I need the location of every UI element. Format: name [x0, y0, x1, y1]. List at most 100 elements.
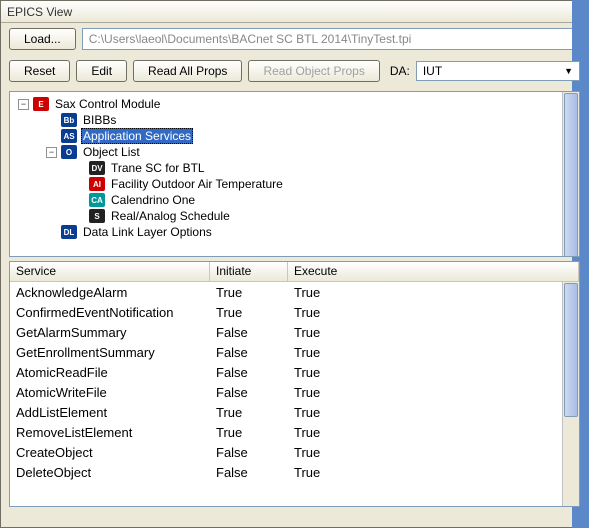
cell-service: GetAlarmSummary — [10, 324, 210, 341]
table-row[interactable]: RemoveListElementTrueTrue — [10, 422, 579, 442]
title-bar: EPICS View × — [1, 1, 588, 23]
tree-root[interactable]: − E Sax Control Module — [12, 96, 577, 112]
load-button[interactable]: Load... — [9, 28, 76, 50]
schedule-icon: S — [89, 209, 105, 223]
table-row[interactable]: AcknowledgeAlarmTrueTrue — [10, 282, 579, 302]
cell-execute: True — [288, 364, 579, 381]
path-input[interactable]: C:\Users\laeol\Documents\BACnet SC BTL 2… — [82, 28, 580, 50]
cell-service: AcknowledgeAlarm — [10, 284, 210, 301]
module-icon: E — [33, 97, 49, 111]
cell-execute: True — [288, 284, 579, 301]
spacer — [74, 195, 85, 206]
objlist-icon: O — [61, 145, 77, 159]
spacer — [46, 131, 57, 142]
tree-label: Object List — [81, 145, 142, 159]
cell-service: ConfirmedEventNotification — [10, 304, 210, 321]
cell-service: DeleteObject — [10, 464, 210, 481]
cell-initiate: True — [210, 304, 288, 321]
tree-item-bibbs[interactable]: Bb BIBBs — [12, 112, 577, 128]
read-object-props-button: Read Object Props — [248, 60, 379, 82]
cell-service: RemoveListElement — [10, 424, 210, 441]
da-select[interactable]: IUT ▼ — [416, 61, 580, 81]
scroll-thumb[interactable] — [564, 93, 578, 257]
spacer — [74, 179, 85, 190]
cell-initiate: False — [210, 344, 288, 361]
tree-item-object[interactable]: AI Facility Outdoor Air Temperature — [12, 176, 577, 192]
cell-service: CreateObject — [10, 444, 210, 461]
tree-label: Application Services — [81, 128, 193, 144]
services-table: Service Initiate Execute AcknowledgeAlar… — [9, 261, 580, 507]
window-title: EPICS View — [7, 5, 72, 19]
cell-execute: True — [288, 444, 579, 461]
tree-label: Data Link Layer Options — [81, 225, 214, 239]
cell-service: GetEnrollmentSummary — [10, 344, 210, 361]
table-row[interactable]: DeleteObjectFalseTrue — [10, 462, 579, 482]
cell-execute: True — [288, 424, 579, 441]
cell-execute: True — [288, 304, 579, 321]
cell-initiate: True — [210, 404, 288, 421]
edit-button[interactable]: Edit — [76, 60, 127, 82]
tree-label: Facility Outdoor Air Temperature — [109, 177, 285, 191]
epics-view-window: EPICS View × Load... C:\Users\laeol\Docu… — [0, 0, 589, 528]
tree-label: BIBBs — [81, 113, 118, 127]
read-all-props-button[interactable]: Read All Props — [133, 60, 242, 82]
table-row[interactable]: ConfirmedEventNotificationTrueTrue — [10, 302, 579, 322]
col-service[interactable]: Service — [10, 262, 210, 281]
tree-item-object-list[interactable]: − O Object List — [12, 144, 577, 160]
spacer — [74, 163, 85, 174]
table-body: AcknowledgeAlarmTrueTrueConfirmedEventNo… — [10, 282, 579, 482]
cell-initiate: False — [210, 444, 288, 461]
cell-initiate: False — [210, 464, 288, 481]
cell-initiate: False — [210, 384, 288, 401]
tree-item-application-services[interactable]: AS Application Services — [12, 128, 577, 144]
table-row[interactable]: AtomicWriteFileFalseTrue — [10, 382, 579, 402]
reset-button[interactable]: Reset — [9, 60, 70, 82]
cell-service: AddListElement — [10, 404, 210, 421]
cell-execute: True — [288, 404, 579, 421]
tree-label: Calendrino One — [109, 193, 197, 207]
col-execute[interactable]: Execute — [288, 262, 579, 281]
cell-execute: True — [288, 344, 579, 361]
cell-initiate: False — [210, 324, 288, 341]
cell-service: AtomicReadFile — [10, 364, 210, 381]
cell-initiate: False — [210, 364, 288, 381]
cell-service: AtomicWriteFile — [10, 384, 210, 401]
spacer — [46, 227, 57, 238]
bibbs-icon: Bb — [61, 113, 77, 127]
tree-item-object[interactable]: CA Calendrino One — [12, 192, 577, 208]
da-label: DA: — [390, 64, 410, 78]
table-row[interactable]: AddListElementTrueTrue — [10, 402, 579, 422]
cell-execute: True — [288, 384, 579, 401]
tree-item-object[interactable]: S Real/Analog Schedule — [12, 208, 577, 224]
da-value: IUT — [423, 64, 442, 78]
appsvc-icon: AS — [61, 129, 77, 143]
tree-label: Sax Control Module — [53, 97, 162, 111]
toolbar-path: Load... C:\Users\laeol\Documents\BACnet … — [1, 23, 588, 55]
cell-initiate: True — [210, 424, 288, 441]
analog-input-icon: AI — [89, 177, 105, 191]
table-row[interactable]: GetEnrollmentSummaryFalseTrue — [10, 342, 579, 362]
calendar-icon: CA — [89, 193, 105, 207]
spacer — [74, 211, 85, 222]
tree-scrollbar[interactable] — [562, 92, 579, 256]
table-scrollbar[interactable] — [562, 282, 579, 506]
col-initiate[interactable]: Initiate — [210, 262, 288, 281]
datalink-icon: DL — [61, 225, 77, 239]
tree-label: Real/Analog Schedule — [109, 209, 232, 223]
table-header: Service Initiate Execute — [10, 262, 579, 282]
table-row[interactable]: CreateObjectFalseTrue — [10, 442, 579, 462]
tree-item-data-link[interactable]: DL Data Link Layer Options — [12, 224, 577, 240]
spacer — [46, 115, 57, 126]
tree-panel: − E Sax Control Module Bb BIBBs AS Appli… — [9, 91, 580, 257]
collapse-icon[interactable]: − — [18, 99, 29, 110]
table-row[interactable]: AtomicReadFileFalseTrue — [10, 362, 579, 382]
cell-execute: True — [288, 464, 579, 481]
collapse-icon[interactable]: − — [46, 147, 57, 158]
table-row[interactable]: GetAlarmSummaryFalseTrue — [10, 322, 579, 342]
tree-label: Trane SC for BTL — [109, 161, 207, 175]
chevron-down-icon: ▼ — [564, 66, 573, 76]
scroll-thumb[interactable] — [564, 283, 578, 417]
cell-initiate: True — [210, 284, 288, 301]
tree-item-object[interactable]: DV Trane SC for BTL — [12, 160, 577, 176]
device-icon: DV — [89, 161, 105, 175]
